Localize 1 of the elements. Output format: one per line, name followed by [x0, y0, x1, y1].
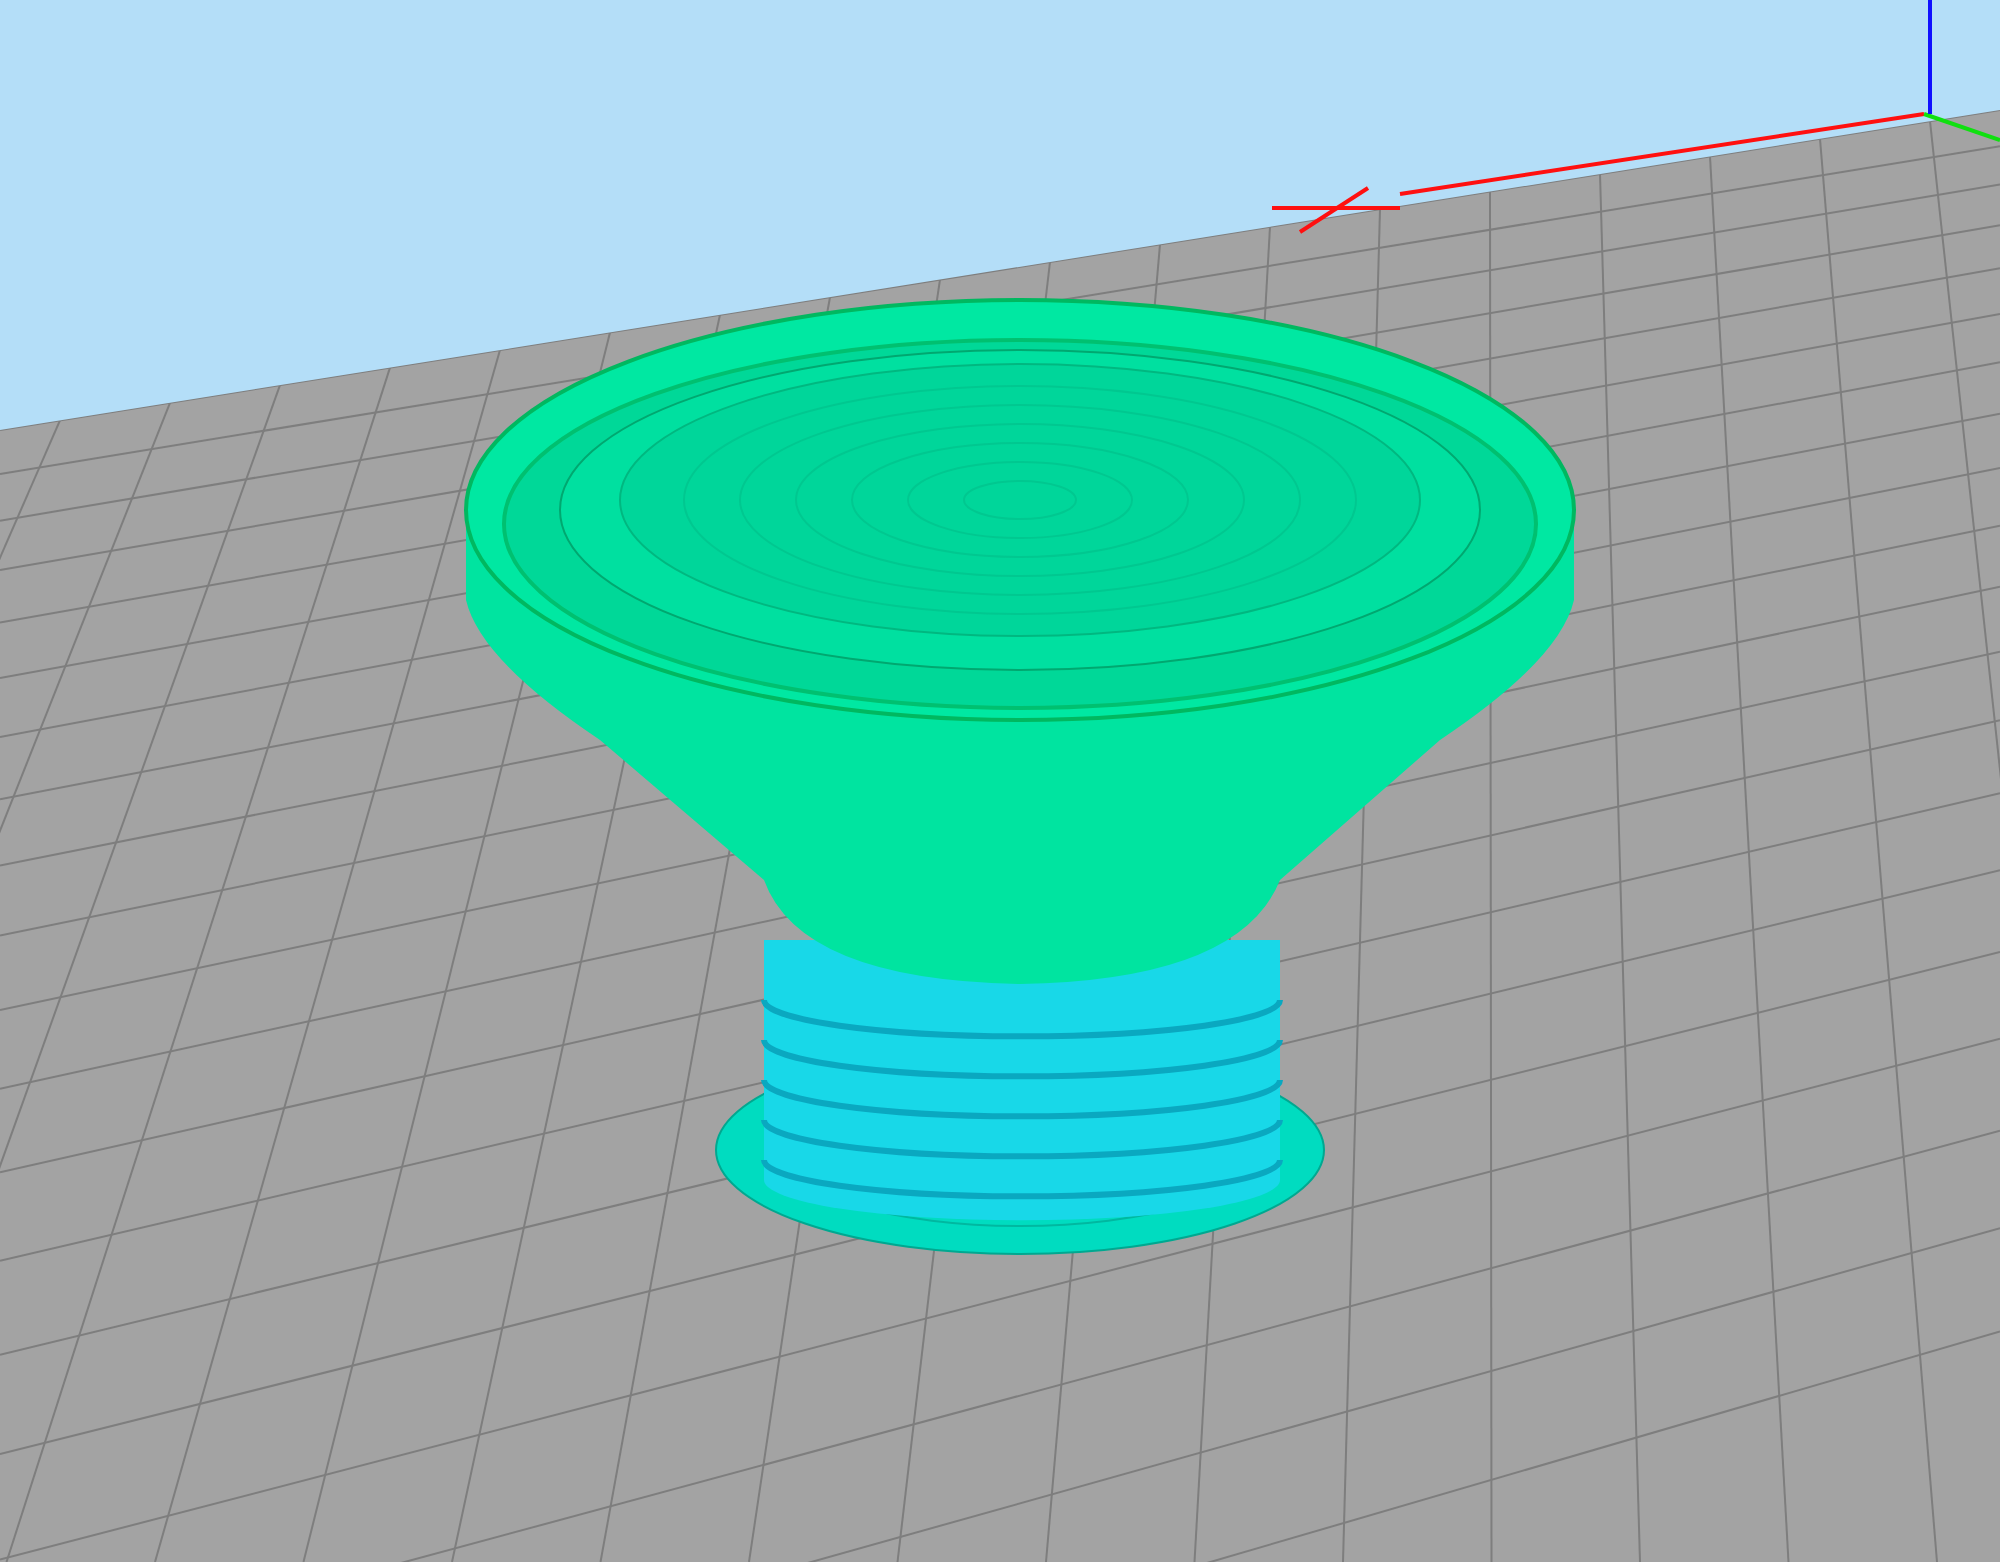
origin-marker-icon — [1272, 186, 1400, 234]
